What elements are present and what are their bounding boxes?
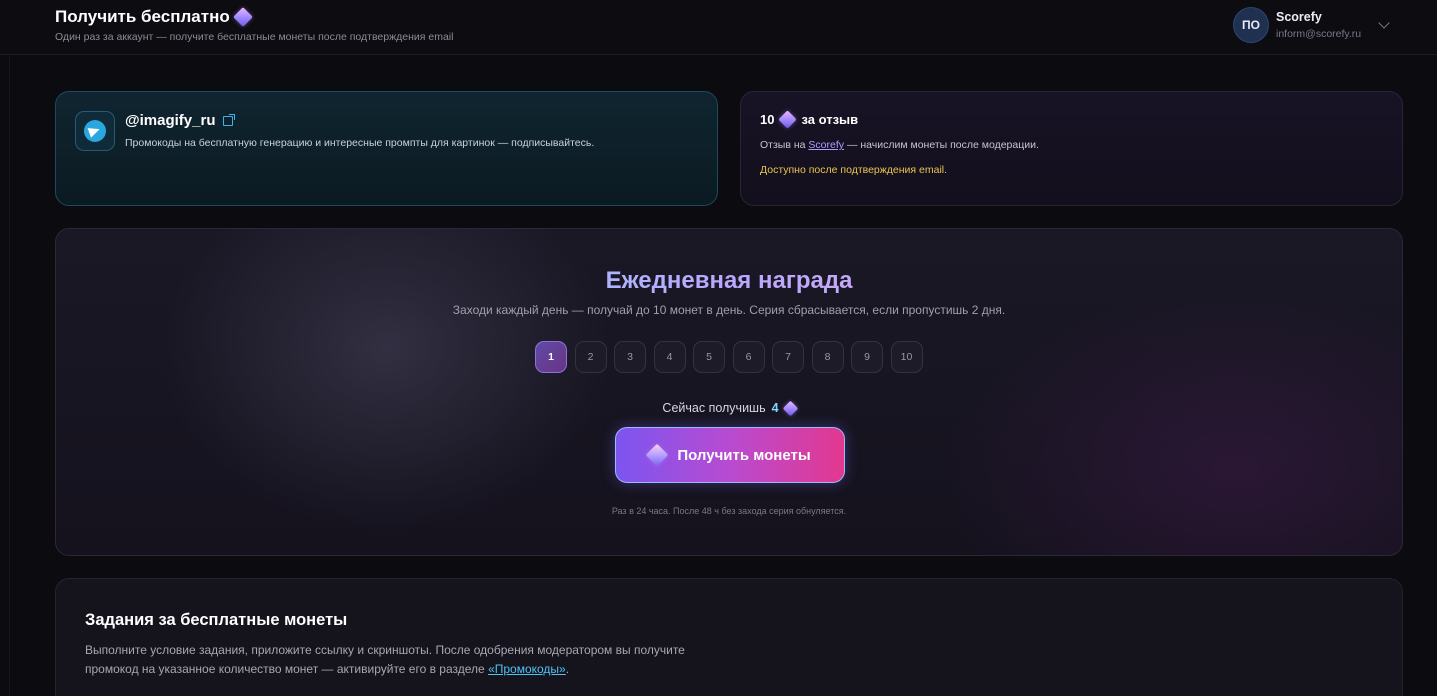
tasks-desc-end: . xyxy=(565,662,570,676)
telegram-handle[interactable]: @imagify_ru xyxy=(125,112,236,129)
diamond-icon xyxy=(778,110,798,129)
telegram-icon xyxy=(75,111,115,151)
day-2: 2 xyxy=(574,341,607,373)
tasks-card: Задания за бесплатные монеты Выполните у… xyxy=(55,578,1403,696)
day-10: 10 xyxy=(890,341,923,373)
claim-coins-label: Получить монеты xyxy=(677,446,811,464)
chevron-down-icon[interactable] xyxy=(1378,17,1390,29)
day-7: 7 xyxy=(772,341,804,373)
current-reward-label: Сейчас получишь xyxy=(662,401,766,415)
tasks-desc-text: Выполните условие задания, приложите ссы… xyxy=(85,643,685,676)
review-title: 10 за отзыв xyxy=(760,110,859,129)
review-card: 10 за отзыв Отзыв на Scorefy — начислим … xyxy=(740,91,1403,206)
day-9: 9 xyxy=(851,341,883,373)
scorefy-link[interactable]: Scorefy xyxy=(808,139,844,151)
daily-subtitle: Заходи каждый день — получай до 10 монет… xyxy=(452,303,1006,317)
avatar[interactable]: ПО xyxy=(1233,7,1269,43)
daily-reward-card: Ежедневная награда Заходи каждый день — … xyxy=(55,228,1403,556)
day-4: 4 xyxy=(653,341,686,373)
current-reward: Сейчас получишь 4 xyxy=(56,400,1402,416)
review-amount: 10 xyxy=(760,112,775,127)
page-title-text: Получить бесплатно xyxy=(55,7,230,26)
tasks-title: Задания за бесплатные монеты xyxy=(85,611,348,629)
telegram-card[interactable]: @imagify_ru Промокоды на бесплатную гене… xyxy=(55,91,718,206)
page-title: Получить бесплатно xyxy=(55,7,253,27)
promocodes-link[interactable]: «Промокоды» xyxy=(488,662,566,676)
claim-coins-button[interactable]: Получить монеты xyxy=(615,427,845,483)
review-desc-prefix: Отзыв на xyxy=(760,139,806,151)
user-menu[interactable]: ПО Scorefy inform@scorefy.ru xyxy=(1233,6,1361,44)
daily-title: Ежедневная награда xyxy=(56,267,1402,295)
day-6: 6 xyxy=(732,341,765,373)
day-5: 5 xyxy=(693,341,725,373)
page: Получить бесплатно Один раз за аккаунт —… xyxy=(0,0,1437,696)
review-title-text: за отзыв xyxy=(801,112,859,127)
sidebar-divider xyxy=(9,55,10,696)
tasks-description: Выполните условие задания, приложите ссы… xyxy=(85,641,685,679)
day-8: 8 xyxy=(811,341,844,373)
diamond-icon xyxy=(646,443,669,467)
external-link-icon[interactable] xyxy=(223,113,236,126)
diamond-icon xyxy=(232,7,253,27)
diamond-icon xyxy=(782,400,798,416)
current-reward-value: 4 xyxy=(771,401,779,415)
user-email: inform@scorefy.ru xyxy=(1276,28,1362,40)
user-info[interactable]: Scorefy inform@scorefy.ru xyxy=(1276,10,1361,40)
user-name: Scorefy xyxy=(1276,10,1322,24)
day-3: 3 xyxy=(614,341,646,373)
day-1: 1 xyxy=(535,341,567,373)
claim-note: Раз в 24 часа. После 48 ч без захода сер… xyxy=(611,506,847,516)
review-description: Отзыв на Scorefy — начислим монеты после… xyxy=(760,139,1039,151)
page-subtitle: Один раз за аккаунт — получите бесплатны… xyxy=(55,31,454,43)
review-note: Доступно после подтверждения email. xyxy=(760,164,948,176)
top-bar: Получить бесплатно Один раз за аккаунт —… xyxy=(0,0,1437,55)
review-desc-suffix: — начислим монеты после модерации. xyxy=(846,139,1039,151)
telegram-handle-text[interactable]: @imagify_ru xyxy=(125,112,215,129)
telegram-description: Промокоды на бесплатную генерацию и инте… xyxy=(125,137,595,149)
day-streak: 1 2 3 4 5 6 7 8 9 10 xyxy=(535,341,923,373)
